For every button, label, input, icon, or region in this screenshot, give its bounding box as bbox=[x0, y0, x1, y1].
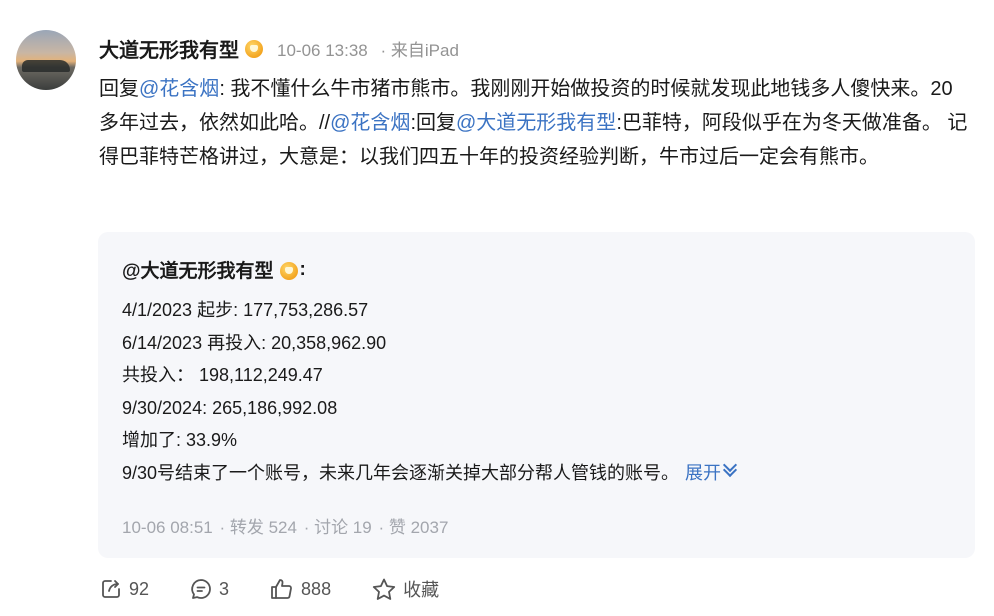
quoted-line: 6/14/2023 再投入: 20,358,962.90 bbox=[122, 332, 387, 353]
share-icon bbox=[102, 580, 120, 598]
star-icon bbox=[372, 578, 396, 600]
comment-button[interactable]: 3 bbox=[189, 577, 229, 601]
like-button[interactable]: 888 bbox=[269, 577, 331, 601]
quoted-line: 4/1/2023 起步: 177,753,286.57 bbox=[122, 300, 369, 320]
post-text: 回复 bbox=[99, 78, 139, 100]
favorite-label: 收藏 bbox=[403, 580, 440, 600]
comment-count: 3 bbox=[219, 578, 230, 599]
mention-link[interactable]: @大道无形我有型 bbox=[456, 112, 616, 134]
quoted-line-last: 9/30号结束了一个账号，未来几年会逐渐关掉大部分帮人管钱的账号。 展开 bbox=[122, 457, 738, 490]
share-button[interactable]: 92 bbox=[99, 577, 149, 601]
favorite-button[interactable]: 收藏 bbox=[371, 576, 439, 602]
share-count: 92 bbox=[129, 578, 150, 599]
post-meta: 10-06 13:38 · 来自iPad bbox=[277, 36, 459, 61]
quoted-author-suffix: : bbox=[299, 258, 306, 280]
like-count: 888 bbox=[301, 578, 332, 599]
post-time[interactable]: 10-06 13:38 bbox=[277, 41, 368, 60]
author-name[interactable]: 大道无形我有型 bbox=[99, 34, 239, 63]
comment-icon bbox=[191, 579, 211, 599]
quoted-author[interactable]: @大道无形我有型 bbox=[122, 256, 274, 283]
thumbs-up-icon bbox=[271, 579, 292, 599]
quoted-line: 9/30/2024: 265,186,992.08 bbox=[122, 397, 338, 418]
quoted-comment[interactable]: · 讨论 19 bbox=[304, 518, 372, 537]
quoted-author-row: @大道无形我有型 : bbox=[122, 256, 306, 283]
chevron-down-icon bbox=[721, 457, 738, 483]
quoted-line: 增加了: 33.9% bbox=[122, 430, 238, 451]
post-content: 回复@花含烟: 我不懂什么牛市猪市熊市。我刚刚开始做投资的时候就发现此地钱多人傻… bbox=[99, 72, 969, 174]
avatar[interactable] bbox=[16, 30, 76, 90]
quoted-line: 共投入： 198,112,249.47 bbox=[122, 365, 323, 386]
quoted-content: 4/1/2023 起步: 177,753,286.57 6/14/2023 再投… bbox=[122, 294, 738, 490]
action-bar: 92 3 888 收藏 bbox=[99, 574, 479, 604]
quoted-repost[interactable]: · 转发 524 bbox=[219, 518, 296, 537]
verified-badge-icon bbox=[245, 40, 263, 58]
post-header: 大道无形我有型 10-06 13:38 · 来自iPad bbox=[99, 34, 459, 62]
post-source: · 来自iPad bbox=[380, 40, 459, 60]
expand-button[interactable]: 展开 bbox=[685, 457, 738, 483]
mention-link[interactable]: @花含烟 bbox=[330, 112, 410, 134]
mention-link[interactable]: @花含烟 bbox=[139, 78, 219, 100]
post-text: :回复 bbox=[410, 112, 456, 134]
quoted-time[interactable]: 10-06 08:51 bbox=[122, 518, 213, 537]
quoted-line: 9/30号结束了一个账号，未来几年会逐渐关掉大部分帮人管钱的账号。 bbox=[122, 462, 680, 483]
quoted-meta: 10-06 08:51 · 转发 524 · 讨论 19 · 赞 2037 bbox=[122, 513, 450, 538]
quoted-post[interactable]: @大道无形我有型 : 4/1/2023 起步: 177,753,286.57 6… bbox=[98, 232, 975, 558]
verified-badge-icon bbox=[279, 261, 298, 280]
quoted-like[interactable]: · 赞 2037 bbox=[378, 518, 448, 537]
expand-label: 展开 bbox=[685, 462, 722, 483]
